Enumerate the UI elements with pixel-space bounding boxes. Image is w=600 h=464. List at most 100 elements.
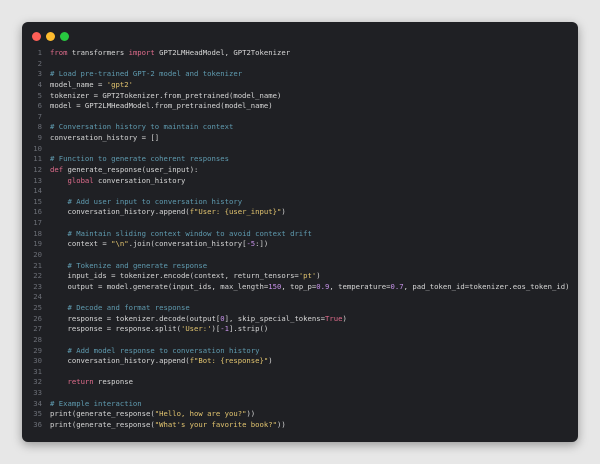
- code-token: # Example interaction: [50, 398, 142, 408]
- code-line: 17: [22, 218, 578, 229]
- line-number: 33: [33, 388, 42, 397]
- code-token: 'pt': [298, 271, 317, 281]
- line-number: 13: [33, 175, 42, 185]
- line-number: 22: [33, 271, 42, 281]
- line-number: 21: [33, 260, 42, 270]
- code-token: "What's your favorite book?": [154, 419, 277, 429]
- code-token: f"User: {user_input}": [189, 207, 282, 217]
- code-line: 13 global conversation_history: [22, 176, 578, 187]
- code-text: model = GPT2LMHeadModel.from_pretrained(…: [50, 101, 273, 112]
- code-line: 2: [22, 59, 578, 70]
- code-token: # Tokenize and generate response: [67, 260, 208, 270]
- line-number: 20: [33, 249, 42, 259]
- code-token: , top_p=: [281, 281, 317, 291]
- code-token: # Add user input to conversation history: [67, 196, 243, 206]
- line-number: 25: [33, 303, 42, 312]
- code-text: response = response.split('User:')[-1].s…: [50, 324, 268, 335]
- code-text: input_ids = tokenizer.encode(context, re…: [50, 271, 321, 282]
- code-line: 19 context = "\n".join(conversation_hist…: [22, 239, 578, 250]
- line-number: 29: [33, 345, 42, 355]
- code-line: 22 input_ids = tokenizer.encode(context,…: [22, 271, 578, 282]
- code-line: 3 # Load pre-trained GPT-2 model and toke…: [22, 69, 578, 80]
- line-number: 18: [33, 228, 42, 238]
- code-token: response = response.split(: [50, 324, 181, 334]
- code-token: tokenizer = GPT2Tokenizer.from_pretraine…: [50, 90, 282, 100]
- code-token: 150: [268, 281, 282, 291]
- line-number: 30: [33, 356, 42, 366]
- code-token: generate_response(user_input):: [63, 164, 199, 174]
- code-line: 36 print(generate_response("What's your f…: [22, 420, 578, 431]
- close-window-icon[interactable]: [32, 32, 41, 41]
- code-token: "Hello, how are you?": [154, 409, 247, 419]
- minimize-window-icon[interactable]: [46, 32, 55, 41]
- code-text: # Decode and format response: [50, 303, 190, 314]
- code-token: GPT2LMHeadModel, GPT2Tokenizer: [154, 48, 291, 57]
- maximize-window-icon[interactable]: [60, 32, 69, 41]
- line-number: 26: [33, 313, 42, 323]
- code-token: ): [316, 271, 321, 281]
- line-number: 10: [33, 143, 42, 153]
- code-token: # Add model response to conversation his…: [67, 345, 260, 355]
- line-number: 34: [33, 398, 42, 408]
- code-line: 25 # Decode and format response: [22, 303, 578, 314]
- code-editor: 1 from transformers import GPT2LMHeadMode…: [22, 48, 578, 431]
- code-line: 27 response = response.split('User:')[-1…: [22, 324, 578, 335]
- code-token: 0.7: [390, 281, 404, 291]
- code-text: # Example interaction: [50, 399, 142, 410]
- code-line: 1 from transformers import GPT2LMHeadMode…: [22, 48, 578, 59]
- line-number: 19: [33, 239, 42, 249]
- line-number: 28: [33, 334, 42, 344]
- code-line: 32 return response: [22, 377, 578, 388]
- code-token: # Decode and format response: [67, 303, 190, 312]
- code-token: def: [50, 164, 64, 174]
- code-token: transformers: [67, 48, 129, 57]
- code-token: conversation_history.append(: [50, 356, 190, 366]
- code-line: 5 tokenizer = GPT2Tokenizer.from_pretrain…: [22, 91, 578, 102]
- code-line: 26 response = tokenizer.decode(output[0]…: [22, 314, 578, 325]
- code-token: global: [67, 175, 94, 185]
- code-text: # Load pre-trained GPT-2 model and token…: [50, 69, 242, 80]
- code-token: # Conversation history to maintain conte…: [50, 122, 234, 132]
- code-token: ): [281, 207, 286, 217]
- code-text: output = model.generate(input_ids, max_l…: [50, 282, 569, 293]
- code-line: 35 print(generate_response("Hello, how ar…: [22, 409, 578, 420]
- code-window: 1 from transformers import GPT2LMHeadMode…: [22, 22, 578, 442]
- line-number: 23: [33, 281, 42, 291]
- code-token: # Maintain sliding context window to avo…: [67, 228, 312, 238]
- line-number: 3: [37, 69, 42, 79]
- code-token: print(generate_response(: [50, 409, 155, 419]
- code-text: print(generate_response("Hello, how are …: [50, 409, 255, 420]
- line-number: 1: [37, 48, 42, 57]
- code-text: model_name = 'gpt2': [50, 80, 133, 91]
- code-line: 20: [22, 250, 578, 261]
- code-token: )): [276, 419, 286, 429]
- code-token: import: [128, 48, 155, 57]
- code-line: 4 model_name = 'gpt2': [22, 80, 578, 91]
- code-token: -1: [220, 324, 229, 334]
- code-token: :]): [255, 239, 269, 249]
- line-number: 9: [37, 133, 42, 142]
- line-number: 5: [37, 90, 42, 100]
- code-token: )): [246, 409, 256, 419]
- code-text: print(generate_response("What's your fav…: [50, 420, 286, 431]
- code-line: 10: [22, 144, 578, 155]
- code-line: 24: [22, 292, 578, 303]
- code-text: response = tokenizer.decode(output[0], s…: [50, 314, 346, 325]
- line-number: 8: [37, 122, 42, 132]
- code-line: 14: [22, 186, 578, 197]
- code-text: def generate_response(user_input):: [50, 165, 198, 176]
- code-line: 21 # Tokenize and generate response: [22, 261, 578, 272]
- line-number: 7: [37, 111, 42, 121]
- code-line: 11 # Function to generate coherent respon…: [22, 154, 578, 165]
- code-token: "\n": [111, 239, 129, 249]
- code-token: # Load pre-trained GPT-2 model and token…: [50, 69, 243, 79]
- code-text: tokenizer = GPT2Tokenizer.from_pretraine…: [50, 91, 281, 102]
- code-text: # Tokenize and generate response: [50, 261, 207, 272]
- code-line: 6 model = GPT2LMHeadModel.from_pretrained…: [22, 101, 578, 112]
